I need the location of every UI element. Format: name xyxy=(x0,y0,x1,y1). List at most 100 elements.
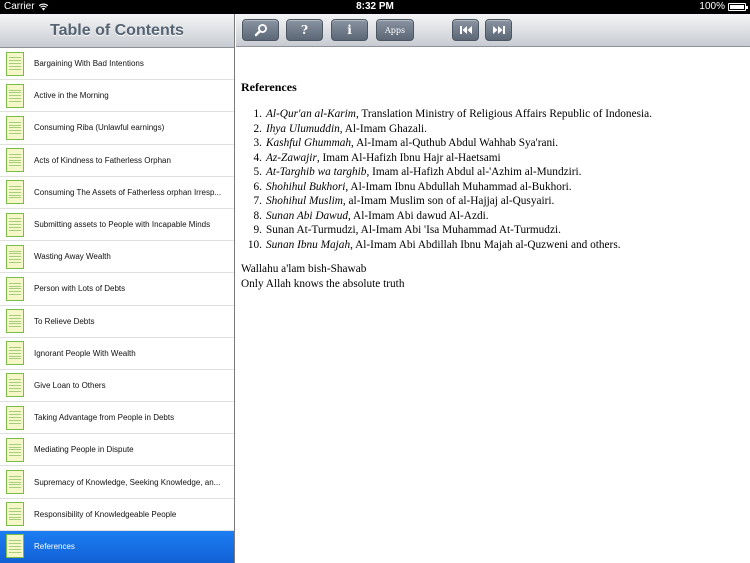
reference-number: 10. xyxy=(247,238,262,251)
note-icon xyxy=(6,534,24,559)
reference-item: 4. Az-Zawajir, Imam Al-Hafizh Ibnu Hajr a… xyxy=(241,151,741,166)
toc-item-label: Active in the Morning xyxy=(34,91,109,101)
reference-title: Sunan Abi Dawud, xyxy=(266,209,351,222)
reference-number: 6. xyxy=(253,180,262,193)
note-icon xyxy=(6,115,24,140)
toc-item[interactable]: Taking Advantage from People in Debts xyxy=(0,402,234,435)
skip-forward-icon xyxy=(492,26,505,34)
reference-text: Shohihul Muslim, al-Imam Muslim son of a… xyxy=(266,194,554,209)
reference-text: Ihya Ulumuddin, Al-Imam Ghazali. xyxy=(266,122,427,137)
reference-number: 3. xyxy=(253,137,262,149)
toc-item-label: Taking Advantage from People in Debts xyxy=(34,413,175,423)
reference-number: 8. xyxy=(253,209,262,222)
reference-author: Sunan At-Turmudzi, Al-Imam Abi 'Isa Muha… xyxy=(266,224,561,236)
toc-item-label: Supremacy of Knowledge, Seeking Knowledg… xyxy=(34,477,221,487)
reference-item: 2. Ihya Ulumuddin, Al-Imam Ghazali. xyxy=(241,122,741,137)
toc-item[interactable]: Consuming Riba (Unlawful earnings) xyxy=(0,112,234,145)
toc-item-label: Submitting assets to People with Incapab… xyxy=(34,220,211,230)
reference-item: 6. Shohihul Bukhori, Al-Imam Ibnu Abdulla… xyxy=(241,180,741,195)
toc-item[interactable]: Mediating People in Dispute xyxy=(0,434,234,467)
toolbar: ? i Apps xyxy=(236,14,750,47)
reference-text: At-Targhib wa targhib, Imam al-Hafizh Ab… xyxy=(266,165,581,180)
reference-title: At-Targhib wa targhib xyxy=(266,166,367,178)
help-button[interactable]: ? xyxy=(286,19,323,41)
note-icon xyxy=(6,148,24,173)
reference-item: 7. Shohihul Muslim, al-Imam Muslim son of… xyxy=(241,194,741,209)
info-button[interactable]: i xyxy=(331,19,368,41)
note-icon xyxy=(6,51,24,76)
note-icon xyxy=(6,405,24,430)
reference-number: 5. xyxy=(253,166,262,178)
toc-item[interactable]: Submitting assets to People with Incapab… xyxy=(0,209,234,242)
reference-item: 8. Sunan Abi Dawud, Al-Imam Abi dawud Al-… xyxy=(241,209,741,224)
toc-item[interactable]: Responsibility of Knowledgeable People xyxy=(0,499,234,531)
note-icon xyxy=(6,83,24,108)
toc-item-label: Consuming The Assets of Fatherless orpha… xyxy=(34,187,222,197)
toc-item-label: Bargaining With Bad Intentions xyxy=(34,59,144,69)
toc-item[interactable]: Consuming The Assets of Fatherless orpha… xyxy=(0,177,234,209)
reference-author: , Al-Imam Ghazali. xyxy=(339,122,427,135)
note-icon xyxy=(6,502,24,527)
sidebar: Table of Contents Bargaining With Bad In… xyxy=(0,14,235,563)
battery-percent: 100% xyxy=(699,1,725,12)
toc-item[interactable]: Supremacy of Knowledge, Seeking Knowledg… xyxy=(0,466,234,499)
reference-title: Shohihul Muslim xyxy=(266,195,343,207)
reference-item: 9. Sunan At-Turmudzi, Al-Imam Abi 'Isa Mu… xyxy=(241,223,741,238)
note-icon xyxy=(6,437,24,462)
toc-list: Bargaining With Bad Intentions Active in … xyxy=(0,48,234,563)
note-icon xyxy=(6,341,24,366)
reference-title: Kashful Ghummah xyxy=(266,137,352,149)
toc-item-label: Mediating People in Dispute xyxy=(34,445,134,455)
reference-number: 4. xyxy=(253,151,262,164)
skip-back-icon xyxy=(459,26,472,34)
note-icon xyxy=(6,309,24,334)
toc-item-label: Person with Lots of Debts xyxy=(34,284,126,294)
reference-number: 7. xyxy=(253,195,262,207)
reference-text: Sunan At-Turmudzi, Al-Imam Abi 'Isa Muha… xyxy=(266,223,561,238)
toc-item[interactable]: Active in the Morning xyxy=(0,80,234,113)
search-button[interactable] xyxy=(242,19,279,41)
toc-item[interactable]: Give Loan to Others xyxy=(0,370,234,403)
toc-item[interactable]: Person with Lots of Debts xyxy=(0,273,234,306)
reference-text: Sunan Abi Dawud, Al-Imam Abi dawud Al-Az… xyxy=(266,209,489,224)
status-bar: Carrier 8:32 PM 100% xyxy=(0,0,750,14)
reference-author: , Al-Imam Ibnu Abdullah Muhammad al-Bukh… xyxy=(345,180,572,193)
toc-item-label: To Relieve Debts xyxy=(34,316,95,326)
apps-button[interactable]: Apps xyxy=(376,19,414,41)
next-button[interactable] xyxy=(485,19,512,41)
reference-title: Sunan Ibnu Majah xyxy=(266,238,351,251)
reference-number: 1. xyxy=(253,108,262,120)
help-icon: ? xyxy=(300,23,309,37)
reference-author: , Imam al-Hafizh Abdul al-'Azhim al-Mund… xyxy=(366,166,582,178)
reference-author: Al-Imam Abi dawud Al-Azdi. xyxy=(350,209,489,222)
status-time: 8:32 PM xyxy=(356,1,394,12)
reference-text: Kashful Ghummah, Al-Imam al-Quthub Abdul… xyxy=(266,136,558,151)
content-area: References 1. Al-Qur'an al-Karim, Transla… xyxy=(241,80,741,291)
toc-item-label: Responsibility of Knowledgeable People xyxy=(34,509,177,519)
battery-icon xyxy=(728,2,748,11)
battery-fill xyxy=(730,4,744,9)
reference-text: Sunan Ibnu Majah, Al-Imam Abi Abdillah I… xyxy=(266,238,621,253)
toc-item-label: Ignorant People With Wealth xyxy=(34,348,136,358)
reference-author: , Imam Al-Hafizh Ibnu Hajr al-Haetsami xyxy=(316,151,501,164)
toc-item[interactable]: Wasting Away Wealth xyxy=(0,241,234,274)
toc-item[interactable]: Ignorant People With Wealth xyxy=(0,338,234,370)
toc-item[interactable]: Bargaining With Bad Intentions xyxy=(0,48,234,81)
toc-item-label: Consuming Riba (Unlawful earnings) xyxy=(34,123,165,133)
closing-line-1: Wallahu a'lam bish-Shawab xyxy=(241,263,367,275)
toc-item[interactable]: References xyxy=(0,530,234,563)
reference-item: 3. Kashful Ghummah, Al-Imam al-Quthub Abd… xyxy=(241,136,741,151)
toc-item[interactable]: To Relieve Debts xyxy=(0,306,234,338)
reference-title: Shohihul Bukhori xyxy=(266,180,346,193)
reference-text: Shohihul Bukhori, Al-Imam Ibnu Abdullah … xyxy=(266,180,572,195)
reference-list: 1. Al-Qur'an al-Karim, Translation Minist… xyxy=(241,107,741,252)
apps-button-label: Apps xyxy=(384,25,406,35)
reference-number: 2. xyxy=(253,122,262,135)
sidebar-title: Table of Contents xyxy=(0,14,234,48)
reference-number: 9. xyxy=(253,224,262,236)
search-icon xyxy=(254,24,267,37)
toc-item[interactable]: Acts of Kindness to Fatherless Orphan xyxy=(0,145,234,177)
battery-group: 100% xyxy=(699,1,748,12)
previous-button[interactable] xyxy=(452,19,479,41)
note-icon xyxy=(6,180,24,205)
